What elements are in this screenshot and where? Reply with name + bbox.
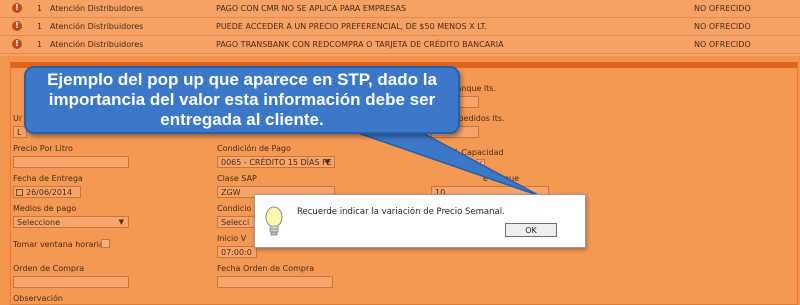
- callout-pointer: [331, 123, 541, 197]
- callout-text: Ejemplo del pop up que aparece en STP, d…: [47, 70, 437, 129]
- annotation-callout: Ejemplo del pop up que aparece en STP, d…: [24, 66, 460, 134]
- alert-dialog: Recuerde indicar la variación de Precio …: [254, 194, 586, 248]
- ok-button[interactable]: OK: [505, 223, 557, 237]
- lightbulb-icon: [265, 206, 283, 236]
- dialog-message: Recuerde indicar la variación de Precio …: [297, 207, 505, 217]
